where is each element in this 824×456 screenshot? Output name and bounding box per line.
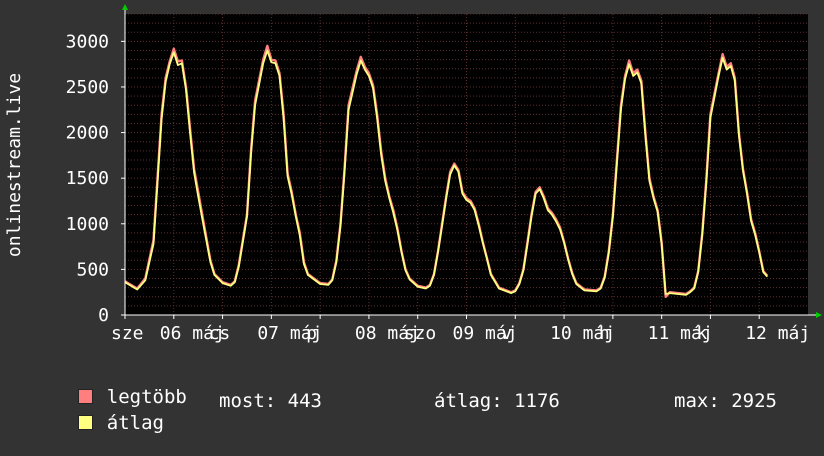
y-tick-label: 1000	[66, 214, 109, 235]
y-tick-label: 3000	[66, 31, 109, 52]
x-tick-label: h	[599, 323, 610, 344]
x-tick-label: sze	[111, 323, 144, 344]
x-tick-label: v	[501, 323, 512, 344]
y-axis-arrow	[122, 4, 128, 10]
y-tick-label: 500	[76, 259, 109, 280]
y-tick-label: 2500	[66, 77, 109, 98]
y-tick-label: 0	[98, 305, 109, 326]
y-axis-label: onlinestream.live	[4, 73, 25, 257]
y-tick-label: 2000	[66, 123, 109, 144]
x-tick-label: 12 máj	[745, 323, 810, 344]
y-axis-ticks: 0 500 1000 1500 2000 2500 3000	[66, 31, 125, 326]
x-tick-label: k	[696, 323, 707, 344]
x-tick-label: szo	[404, 323, 437, 344]
x-tick-label: p	[306, 323, 317, 344]
chart: 0 500 1000 1500 2000 2500 3000 sze 06 májcs 07 m…	[4, 4, 822, 344]
x-tick-label: cs	[209, 323, 231, 344]
x-axis-arrow	[816, 312, 822, 318]
y-tick-label: 1500	[66, 168, 109, 189]
x-axis-ticks: sze 06 májcs 07 májp 08 májszo 09 májv 10 máj…	[111, 315, 810, 344]
